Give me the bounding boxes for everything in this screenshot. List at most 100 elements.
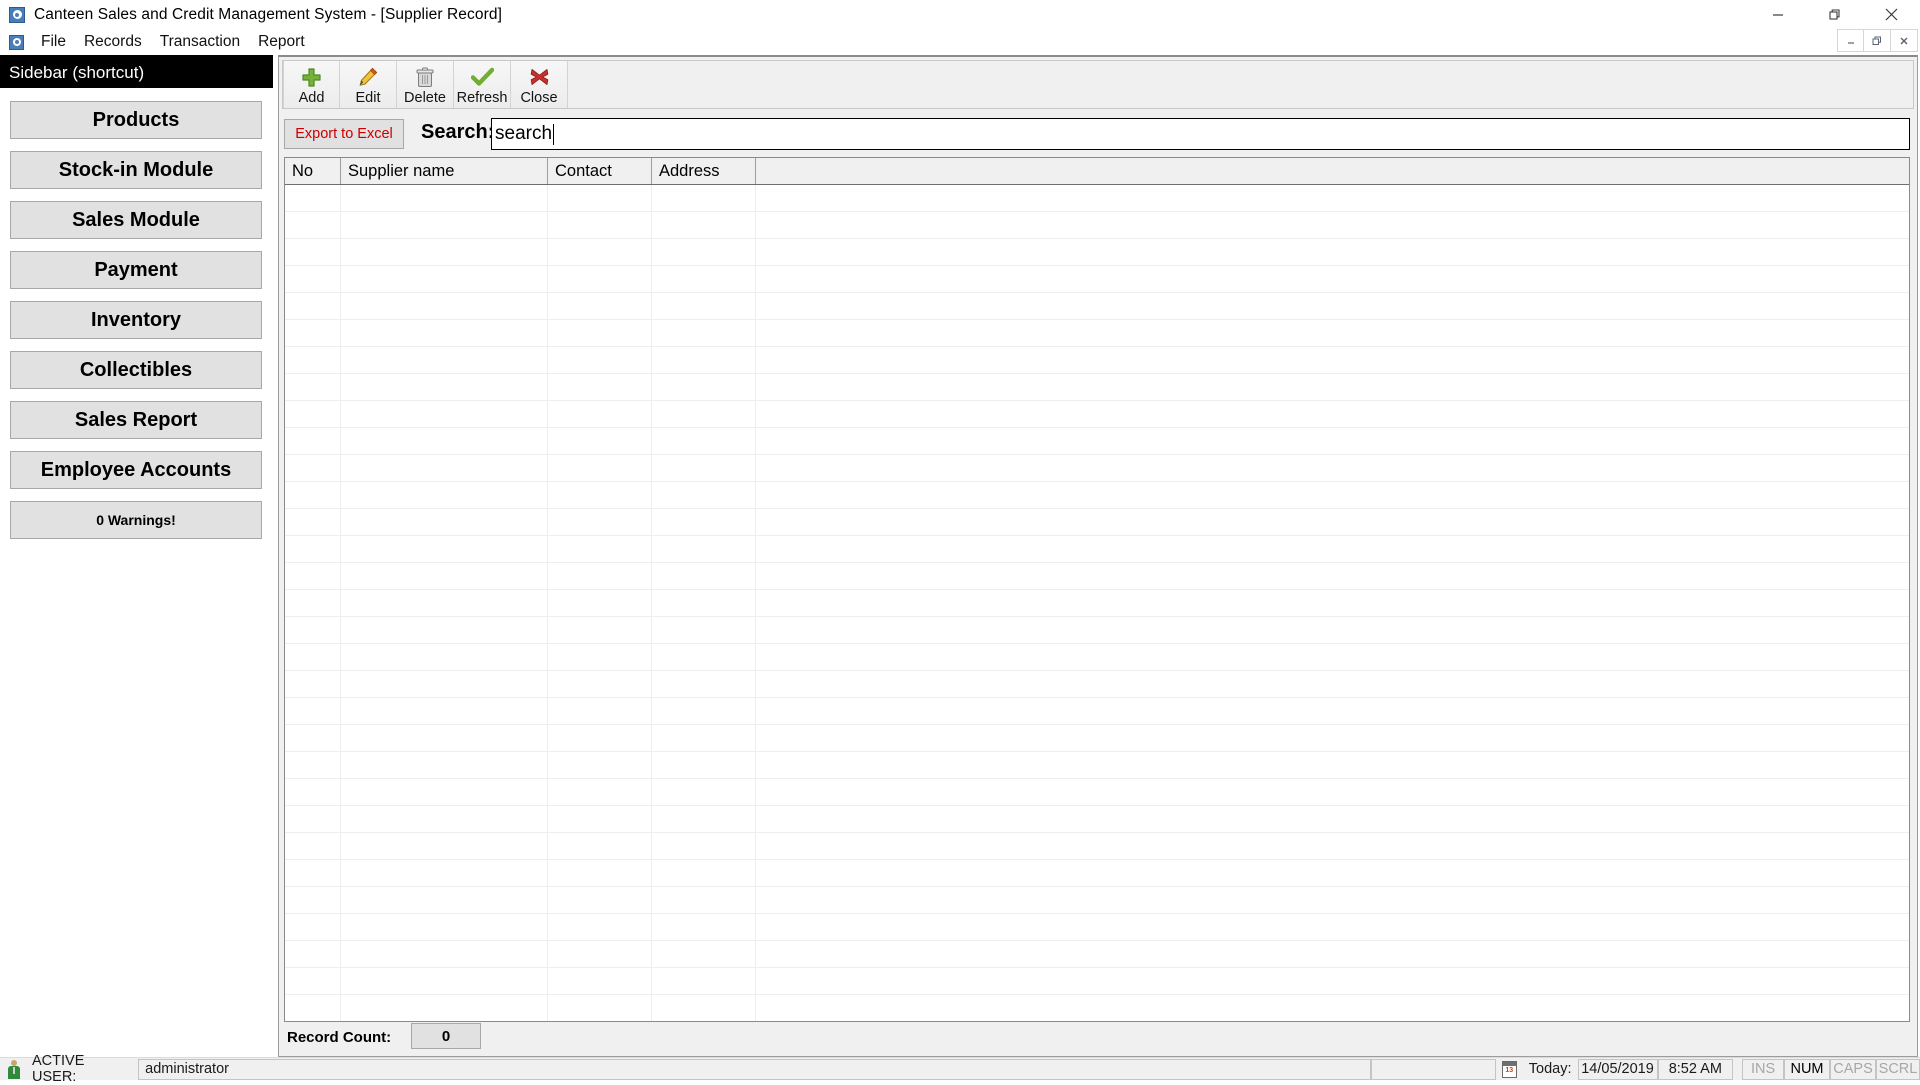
- table-cell[interactable]: [756, 887, 1908, 914]
- table-cell[interactable]: [548, 617, 652, 644]
- table-cell[interactable]: [285, 212, 341, 239]
- table-row[interactable]: [285, 779, 1909, 806]
- table-cell[interactable]: [341, 806, 548, 833]
- table-row[interactable]: [285, 482, 1909, 509]
- table-cell[interactable]: [652, 590, 756, 617]
- table-cell[interactable]: [285, 428, 341, 455]
- table-cell[interactable]: [285, 887, 341, 914]
- close-icon[interactable]: [1863, 0, 1920, 29]
- table-cell[interactable]: [756, 671, 1908, 698]
- close-form-button[interactable]: Close: [511, 61, 568, 108]
- table-cell[interactable]: [341, 671, 548, 698]
- table-row[interactable]: [285, 563, 1909, 590]
- table-cell[interactable]: [548, 968, 652, 995]
- table-cell[interactable]: [652, 536, 756, 563]
- table-cell[interactable]: [652, 401, 756, 428]
- search-input[interactable]: search: [491, 118, 1910, 150]
- table-row[interactable]: [285, 374, 1909, 401]
- table-cell[interactable]: [285, 401, 341, 428]
- sidebar-item-collectibles[interactable]: Collectibles: [10, 351, 262, 389]
- table-cell[interactable]: [341, 995, 548, 1021]
- table-cell[interactable]: [548, 320, 652, 347]
- table-cell[interactable]: [285, 239, 341, 266]
- table-cell[interactable]: [341, 590, 548, 617]
- table-cell[interactable]: [548, 671, 652, 698]
- edit-button[interactable]: Edit: [340, 61, 397, 108]
- table-cell[interactable]: [285, 995, 341, 1021]
- table-cell[interactable]: [341, 266, 548, 293]
- table-cell[interactable]: [756, 482, 1908, 509]
- table-row[interactable]: [285, 644, 1909, 671]
- table-cell[interactable]: [548, 212, 652, 239]
- table-cell[interactable]: [548, 860, 652, 887]
- add-button[interactable]: Add: [283, 61, 340, 108]
- table-row[interactable]: [285, 212, 1909, 239]
- table-row[interactable]: [285, 617, 1909, 644]
- table-cell[interactable]: [652, 455, 756, 482]
- table-cell[interactable]: [652, 428, 756, 455]
- table-cell[interactable]: [548, 428, 652, 455]
- table-row[interactable]: [285, 887, 1909, 914]
- table-row[interactable]: [285, 293, 1909, 320]
- minimize-icon[interactable]: [1749, 0, 1806, 29]
- grid-column-address[interactable]: Address: [652, 158, 756, 184]
- table-cell[interactable]: [756, 779, 1908, 806]
- table-cell[interactable]: [548, 293, 652, 320]
- mdi-gear-icon[interactable]: [9, 34, 24, 50]
- table-cell[interactable]: [341, 563, 548, 590]
- table-cell[interactable]: [341, 482, 548, 509]
- table-row[interactable]: [285, 806, 1909, 833]
- table-cell[interactable]: [285, 374, 341, 401]
- table-cell[interactable]: [652, 887, 756, 914]
- table-row[interactable]: [285, 590, 1909, 617]
- table-row[interactable]: [285, 455, 1909, 482]
- table-cell[interactable]: [652, 185, 756, 212]
- table-row[interactable]: [285, 860, 1909, 887]
- table-cell[interactable]: [756, 401, 1908, 428]
- export-to-excel-button[interactable]: Export to Excel: [284, 119, 404, 149]
- table-cell[interactable]: [548, 590, 652, 617]
- table-cell[interactable]: [285, 914, 341, 941]
- table-cell[interactable]: [652, 725, 756, 752]
- table-cell[interactable]: [341, 347, 548, 374]
- table-cell[interactable]: [548, 752, 652, 779]
- table-cell[interactable]: [652, 293, 756, 320]
- table-cell[interactable]: [285, 617, 341, 644]
- table-cell[interactable]: [548, 482, 652, 509]
- table-cell[interactable]: [756, 266, 1908, 293]
- table-cell[interactable]: [285, 806, 341, 833]
- table-cell[interactable]: [341, 401, 548, 428]
- mdi-minimize-icon[interactable]: [1837, 29, 1864, 52]
- table-cell[interactable]: [756, 995, 1908, 1021]
- table-cell[interactable]: [341, 725, 548, 752]
- table-row[interactable]: [285, 266, 1909, 293]
- table-cell[interactable]: [341, 860, 548, 887]
- table-cell[interactable]: [652, 860, 756, 887]
- table-cell[interactable]: [756, 428, 1908, 455]
- table-cell[interactable]: [341, 212, 548, 239]
- table-cell[interactable]: [652, 320, 756, 347]
- table-cell[interactable]: [341, 752, 548, 779]
- grid-column-no[interactable]: No: [285, 158, 341, 184]
- table-cell[interactable]: [341, 239, 548, 266]
- table-cell[interactable]: [285, 320, 341, 347]
- mdi-close-icon[interactable]: [1891, 29, 1918, 52]
- table-cell[interactable]: [548, 698, 652, 725]
- table-cell[interactable]: [652, 671, 756, 698]
- table-row[interactable]: [285, 698, 1909, 725]
- sidebar-item-sales-module[interactable]: Sales Module: [10, 201, 262, 239]
- menu-item-records[interactable]: Records: [75, 31, 151, 53]
- table-cell[interactable]: [548, 833, 652, 860]
- table-row[interactable]: [285, 536, 1909, 563]
- table-cell[interactable]: [652, 617, 756, 644]
- table-cell[interactable]: [548, 266, 652, 293]
- table-row[interactable]: [285, 428, 1909, 455]
- table-cell[interactable]: [548, 374, 652, 401]
- table-cell[interactable]: [548, 401, 652, 428]
- table-cell[interactable]: [652, 698, 756, 725]
- table-cell[interactable]: [548, 779, 652, 806]
- sidebar-item-payment[interactable]: Payment: [10, 251, 262, 289]
- restore-icon[interactable]: [1806, 0, 1863, 29]
- table-cell[interactable]: [756, 617, 1908, 644]
- table-cell[interactable]: [652, 644, 756, 671]
